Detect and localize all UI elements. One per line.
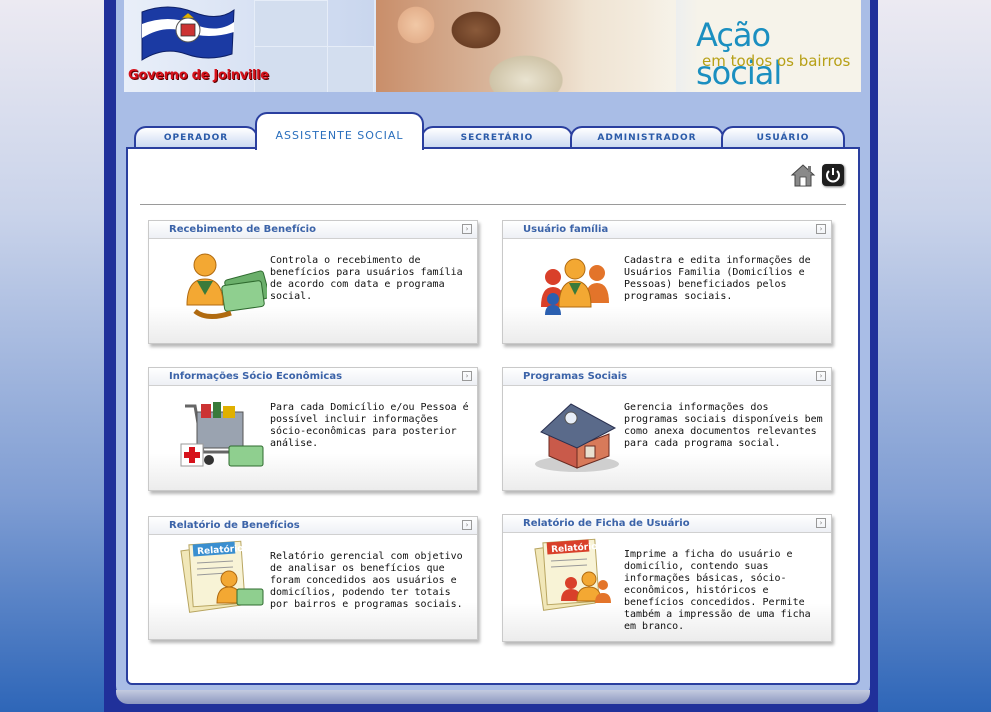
card-description: Para cada Domicílio e/ou Pessoa é possív…	[270, 402, 469, 449]
arrow-icon: ›	[816, 224, 826, 234]
card-title-bar: Usuário família ›	[503, 221, 831, 239]
home-icon[interactable]	[790, 162, 816, 188]
government-label: Governo de Joinville	[128, 68, 269, 83]
tab-usuario[interactable]: Usuário	[721, 126, 845, 148]
tab-administrador[interactable]: Administrador	[570, 126, 724, 148]
crest-background: Governo de Joinville	[124, 0, 374, 92]
header-banner: Governo de Joinville Ação social em todo…	[124, 0, 861, 92]
card-title: Relatório de Benefícios	[169, 520, 300, 531]
card-title-bar: Programas Sociais ›	[503, 368, 831, 386]
house-icon	[535, 403, 619, 472]
divider	[140, 204, 846, 205]
arrow-icon: ›	[462, 371, 472, 381]
card-usuario-familia[interactable]: Usuário família › Cadastra e edita infor…	[502, 220, 832, 344]
card-title: Relatório de Ficha de Usuário	[523, 518, 690, 529]
page-frame-bottom	[116, 690, 870, 704]
card-programas-sociais[interactable]: Programas Sociais › Gerencia informações…	[502, 367, 832, 491]
card-description: Imprime a ficha do usuário e domicílio, …	[624, 549, 811, 632]
card-recebimento-beneficio[interactable]: Recebimento de Benefício › Controla o re…	[148, 220, 478, 344]
arrow-icon: ›	[816, 518, 826, 528]
shopping-cart-icon	[180, 402, 264, 467]
power-icon[interactable]	[822, 164, 844, 186]
card-title-bar: Relatório de Benefícios ›	[149, 517, 477, 535]
card-title-bar: Recebimento de Benefício ›	[149, 221, 477, 239]
card-title-bar: Relatório de Ficha de Usuário ›	[503, 515, 831, 533]
card-description: Relatório gerencial com objetivo de anal…	[270, 551, 463, 610]
arrow-icon: ›	[462, 224, 472, 234]
tab-operador[interactable]: Operador	[134, 126, 258, 148]
person-receiving-money-icon	[186, 253, 267, 319]
card-description: Controla o recebimento de benefícios par…	[270, 255, 463, 302]
background-tile	[254, 0, 328, 48]
arrow-icon: ›	[462, 520, 472, 530]
slogan-subtitle: em todos os bairros	[702, 52, 851, 70]
card-title: Recebimento de Benefício	[169, 224, 316, 235]
card-description: Gerencia informações dos programas socia…	[624, 402, 823, 449]
card-title: Usuário família	[523, 224, 609, 235]
city-flag-logo	[141, 6, 235, 61]
user-report-icon: Relatório	[534, 538, 611, 611]
card-title: Programas Sociais	[523, 371, 628, 382]
tab-secretario[interactable]: Secretário	[421, 126, 573, 148]
card-title-bar: Informações Sócio Econômicas ›	[149, 368, 477, 386]
card-title: Informações Sócio Econômicas	[169, 371, 343, 382]
family-group-icon	[541, 258, 609, 315]
card-informacoes-socio-economicas[interactable]: Informações Sócio Econômicas › Para cada…	[148, 367, 478, 491]
card-relatorio-ficha-usuario[interactable]: Relatório de Ficha de Usuário › Relatóri…	[502, 514, 832, 642]
benefits-report-icon: Relatório	[180, 540, 264, 613]
children-photo	[376, 0, 676, 92]
tab-assistente-social[interactable]: Assistente Social	[255, 112, 424, 150]
card-description: Cadastra e edita informações de Usuários…	[624, 255, 811, 302]
arrow-icon: ›	[816, 371, 826, 381]
card-relatorio-beneficios[interactable]: Relatório de Benefícios › Relatório Rela…	[148, 516, 478, 640]
